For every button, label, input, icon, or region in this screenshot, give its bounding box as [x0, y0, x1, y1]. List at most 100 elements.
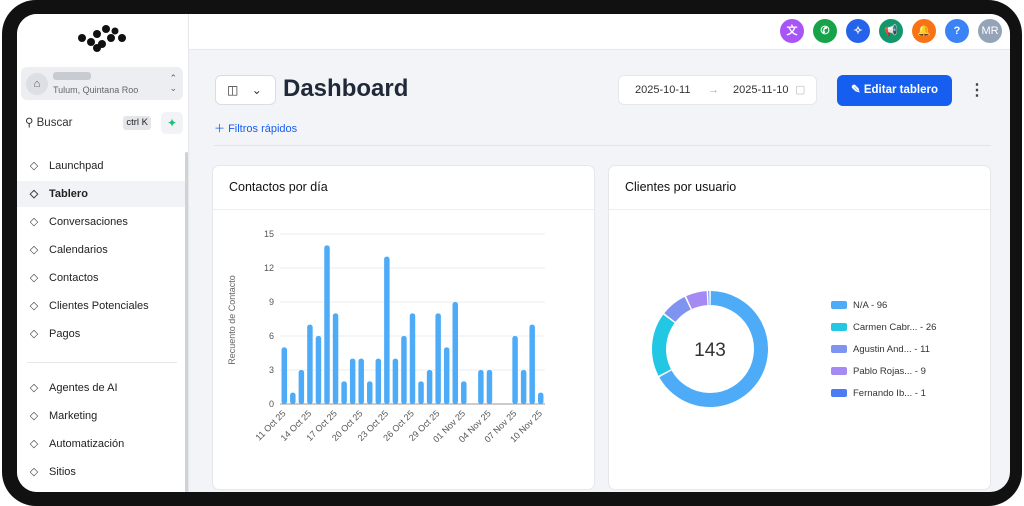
- sidebar-item-calendarios[interactable]: ◇ Calendarios: [17, 237, 187, 263]
- sidebar-item-label: Sitios: [49, 466, 76, 478]
- bar-chart: Recuento de Contacto0369121511 Oct 2514 …: [227, 229, 545, 444]
- legend-item[interactable]: N/A - 96: [831, 300, 887, 311]
- bar[interactable]: [384, 256, 390, 404]
- location-icon: ⌂: [26, 73, 48, 95]
- y-tick-label: 3: [269, 365, 274, 375]
- sidebar-item-agentes-de-ai[interactable]: ◇ Agentes de AI: [17, 375, 187, 401]
- date-to[interactable]: 2025-11-10: [733, 76, 788, 104]
- sidebar-item-label: Automatización: [49, 438, 125, 450]
- layout-icon: ◫: [227, 83, 239, 97]
- bar[interactable]: [435, 313, 441, 404]
- frame: ⌂ Tulum, Quintana Roo ⌃ ⌄ ⚲ Buscar ctrl K…: [0, 0, 1024, 506]
- bar[interactable]: [341, 381, 347, 404]
- bar[interactable]: [418, 381, 424, 404]
- y-tick-label: 0: [269, 399, 274, 409]
- avatar[interactable]: MR: [978, 19, 1002, 43]
- legend-item[interactable]: Carmen Cabr... - 26: [831, 322, 936, 333]
- bar[interactable]: [478, 370, 484, 404]
- bar[interactable]: [349, 358, 356, 404]
- translate-icon[interactable]: 文: [780, 19, 804, 43]
- phone-icon[interactable]: ✆: [813, 19, 837, 43]
- contacts-icon: ◇: [29, 272, 39, 284]
- bell-icon[interactable]: 🔔: [912, 19, 936, 43]
- quick-filters-label: Filtros rápidos: [228, 123, 298, 135]
- bar[interactable]: [512, 336, 518, 404]
- bar[interactable]: [392, 358, 399, 404]
- chat-icon: ◇: [29, 216, 39, 228]
- ai-sparkle-button[interactable]: ✦: [161, 112, 183, 134]
- donut-chart: 143: [652, 291, 768, 407]
- sidebar-item-label: Calendarios: [49, 244, 108, 256]
- payments-icon: ◇: [29, 328, 39, 340]
- bar[interactable]: [409, 313, 416, 404]
- sidebar-item-launchpad[interactable]: ◇ Launchpad: [17, 153, 187, 179]
- sparkle-icon: ◇: [29, 382, 39, 394]
- card-title: Clientes por usuario: [609, 166, 990, 210]
- search-button[interactable]: ⚲ Buscar ctrl K: [21, 112, 155, 134]
- y-tick-label: 9: [269, 297, 274, 307]
- more-options-icon[interactable]: ⋮: [969, 80, 985, 100]
- layout-selector[interactable]: ◫ ⌄: [215, 75, 276, 105]
- legend-label: Agustin And... - 11: [853, 344, 930, 355]
- bar[interactable]: [281, 347, 288, 404]
- bar[interactable]: [298, 370, 305, 404]
- calendar-icon: ◇: [29, 244, 39, 256]
- sites-icon: ◇: [29, 466, 39, 478]
- device-bezel: ⌂ Tulum, Quintana Roo ⌃ ⌄ ⚲ Buscar ctrl K…: [2, 0, 1022, 506]
- legend-label: Fernando Ib... - 1: [853, 388, 926, 399]
- bar[interactable]: [401, 336, 407, 404]
- contacts-per-day-card: Contactos por día Recuento de Contacto 0 3…: [212, 165, 595, 490]
- calendar-icon: ▢: [795, 84, 806, 96]
- legend-item[interactable]: Agustin And... - 11: [831, 344, 930, 355]
- legend-swatch: [831, 301, 847, 310]
- sidebar-item-label: Tablero: [49, 188, 88, 200]
- bar[interactable]: [307, 324, 313, 404]
- legend-swatch: [831, 323, 847, 332]
- bar[interactable]: [324, 245, 330, 404]
- bar[interactable]: [520, 370, 527, 404]
- page-title: Dashboard: [283, 75, 409, 102]
- bar[interactable]: [529, 324, 535, 404]
- sidebar-item-sitios[interactable]: ◇ Sitios: [17, 459, 187, 485]
- bar[interactable]: [375, 358, 382, 404]
- sidebar-item-pagos[interactable]: ◇ Pagos: [17, 321, 187, 347]
- bar[interactable]: [426, 370, 433, 404]
- date-from[interactable]: 2025-10-11: [635, 76, 690, 104]
- quick-filters-button[interactable]: ＋ Filtros rápidos: [214, 120, 297, 136]
- sidebar-item-clientes-potenciales[interactable]: ◇ Clientes Potenciales: [17, 293, 187, 319]
- sidebar-item-label: Agentes de AI: [49, 382, 118, 394]
- sidebar-item-conversaciones[interactable]: ◇ Conversaciones: [17, 209, 187, 235]
- bar[interactable]: [358, 358, 364, 404]
- bar[interactable]: [290, 392, 296, 404]
- edit-dashboard-button[interactable]: ✎ Editar tablero: [837, 75, 952, 106]
- bar[interactable]: [486, 370, 493, 404]
- magic-icon[interactable]: ✧: [846, 19, 870, 43]
- announcement-icon[interactable]: 📢: [879, 19, 903, 43]
- sidebar-item-automatizaci-n[interactable]: ◇ Automatización: [17, 431, 187, 457]
- date-range-picker[interactable]: 2025-10-11 → 2025-11-10 ▢: [618, 75, 817, 105]
- leads-icon: ◇: [29, 300, 39, 312]
- donut-slice[interactable]: [664, 296, 692, 323]
- bar[interactable]: [461, 381, 467, 404]
- donut-slice[interactable]: [652, 314, 675, 376]
- donut-slice[interactable]: [686, 291, 708, 310]
- bar[interactable]: [315, 336, 322, 404]
- pencil-icon: ✎: [851, 84, 861, 96]
- sidebar-scrollbar[interactable]: [185, 152, 188, 492]
- legend-item[interactable]: Pablo Rojas... - 9: [831, 366, 926, 377]
- sidebar-item-marketing[interactable]: ◇ Marketing: [17, 403, 187, 429]
- search-label: Buscar: [36, 117, 73, 129]
- bar[interactable]: [443, 347, 450, 404]
- donut-total: 143: [694, 340, 726, 361]
- bar[interactable]: [537, 392, 544, 404]
- sidebar-item-contactos[interactable]: ◇ Contactos: [17, 265, 187, 291]
- sidebar-item-label: Marketing: [49, 410, 98, 422]
- legend-item[interactable]: Fernando Ib... - 1: [831, 388, 926, 399]
- sidebar-item-tablero[interactable]: ◇ Tablero: [17, 181, 187, 207]
- bar[interactable]: [332, 313, 339, 404]
- bar[interactable]: [367, 381, 373, 404]
- sidebar-item-label: Conversaciones: [49, 216, 128, 228]
- help-icon[interactable]: ?: [945, 19, 969, 43]
- account-switcher[interactable]: ⌂ Tulum, Quintana Roo ⌃ ⌄: [21, 67, 183, 100]
- bar[interactable]: [452, 302, 458, 404]
